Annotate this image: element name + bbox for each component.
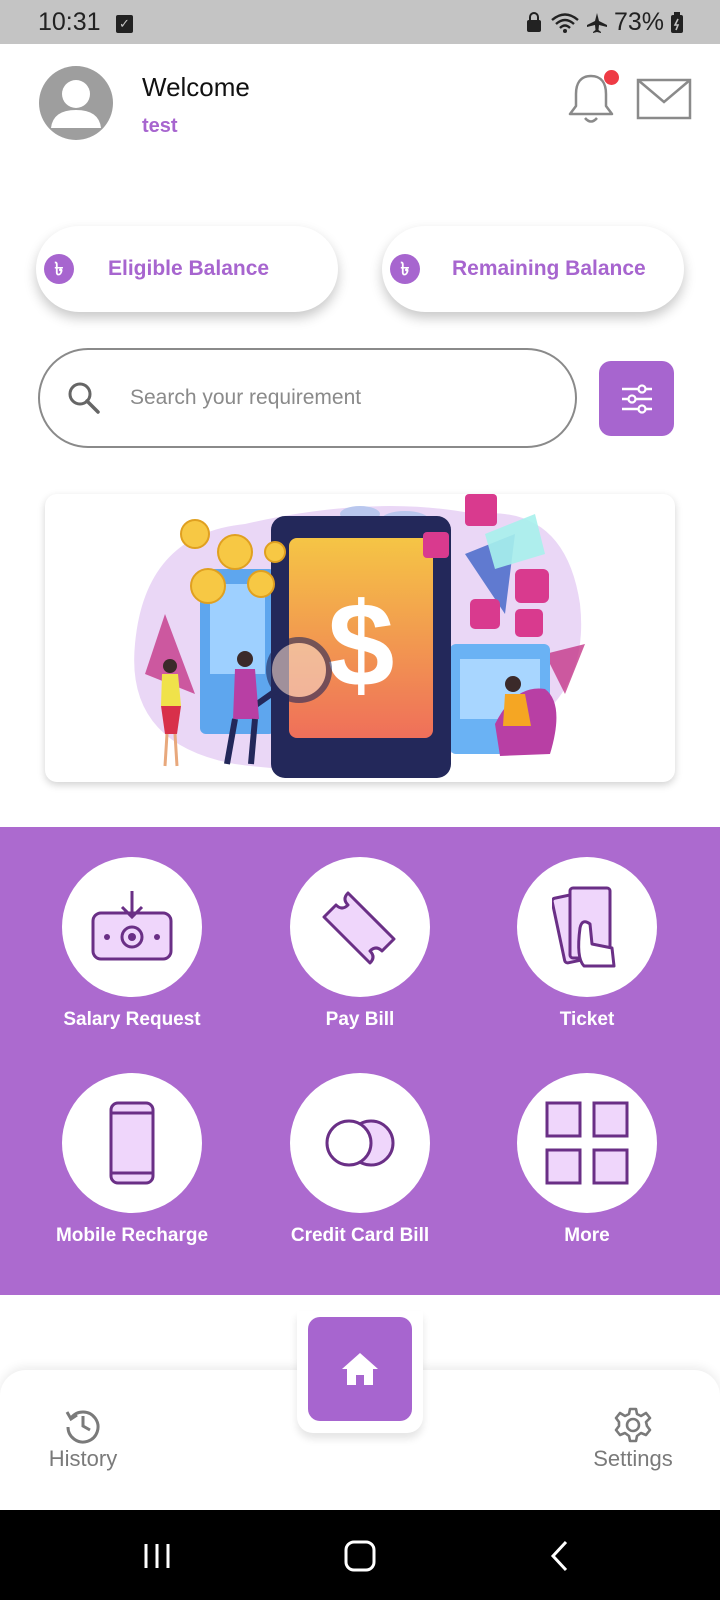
battery-icon <box>671 11 683 33</box>
mobile-recharge-icon <box>109 1101 155 1185</box>
remaining-balance-button[interactable]: ৳ Remaining Balance <box>382 226 684 312</box>
credit-card-bill-label: Credit Card Bill <box>290 1225 430 1246</box>
eligible-balance-label: Eligible Balance <box>108 257 270 280</box>
home-button[interactable] <box>308 1317 412 1421</box>
status-time: 10:31 <box>38 8 101 36</box>
credit-card-bill-icon <box>325 1119 395 1167</box>
mobile-recharge-label: Mobile Recharge <box>55 1225 209 1246</box>
salary-request-icon <box>91 891 173 961</box>
mobile-recharge-button[interactable]: Mobile Recharge <box>32 1073 232 1247</box>
avatar[interactable] <box>39 66 113 140</box>
nav-history-label: History <box>48 1446 118 1471</box>
taka-icon: ৳ <box>44 254 74 284</box>
finance-illustration: $ <box>134 494 585 778</box>
search-placeholder: Search your requirement <box>130 386 362 409</box>
ticket-icon <box>552 886 616 968</box>
wifi-icon <box>551 12 579 33</box>
mail-icon[interactable] <box>636 78 692 120</box>
nav-history[interactable]: History <box>38 1406 128 1472</box>
nav-settings-label: Settings <box>593 1446 673 1471</box>
pay-bill-button[interactable]: Pay Bill <box>260 857 460 1031</box>
services-grid: Salary Request Pay Bill Ticket Mobile Re… <box>0 827 720 1295</box>
status-icons: 73% <box>524 8 684 37</box>
svg-text:$: $ <box>328 578 395 712</box>
more-grid-icon <box>545 1101 629 1185</box>
notification-badge <box>604 70 619 85</box>
promo-banner[interactable]: $ <box>45 494 675 782</box>
salary-request-label: Salary Request <box>63 1009 201 1030</box>
eligible-balance-button[interactable]: ৳ Eligible Balance <box>36 226 338 312</box>
search-icon <box>68 382 100 414</box>
nav-settings[interactable]: Settings <box>585 1406 681 1472</box>
credit-card-bill-button[interactable]: Credit Card Bill <box>260 1073 460 1247</box>
gear-icon <box>614 1407 652 1443</box>
username: test <box>142 115 178 137</box>
ticket-button[interactable]: Ticket <box>487 857 687 1031</box>
recent-apps-icon[interactable] <box>142 1532 172 1578</box>
search-input[interactable]: Search your requirement <box>38 348 577 448</box>
welcome-text: Welcome <box>142 72 250 102</box>
battery-percent: 73% <box>613 8 664 36</box>
home-system-icon[interactable] <box>342 1532 378 1578</box>
pay-bill-icon <box>322 891 396 965</box>
remaining-balance-label: Remaining Balance <box>452 257 646 280</box>
system-navigation-bar <box>0 1510 720 1600</box>
airplane-mode-icon <box>586 12 607 33</box>
status-bar: 10:31 ✓ 73% <box>0 0 720 44</box>
filter-button[interactable] <box>599 361 674 436</box>
home-screen: 10:31 ✓ 73% Welcome test ৳ Eligible Bala… <box>0 0 720 1600</box>
taka-icon: ৳ <box>390 254 420 284</box>
pay-bill-label: Pay Bill <box>325 1009 395 1030</box>
salary-request-button[interactable]: Salary Request <box>32 857 232 1031</box>
user-avatar-icon <box>51 80 101 128</box>
more-button[interactable]: More <box>487 1073 687 1247</box>
vpn-lock-icon <box>526 11 541 32</box>
filter-sliders-icon <box>621 383 652 414</box>
back-icon[interactable] <box>548 1532 572 1578</box>
checkbox-notification-icon: ✓ <box>116 15 133 33</box>
history-icon <box>65 1410 100 1444</box>
ticket-label: Ticket <box>559 1009 615 1030</box>
home-icon <box>342 1353 378 1385</box>
more-label: More <box>564 1225 610 1246</box>
